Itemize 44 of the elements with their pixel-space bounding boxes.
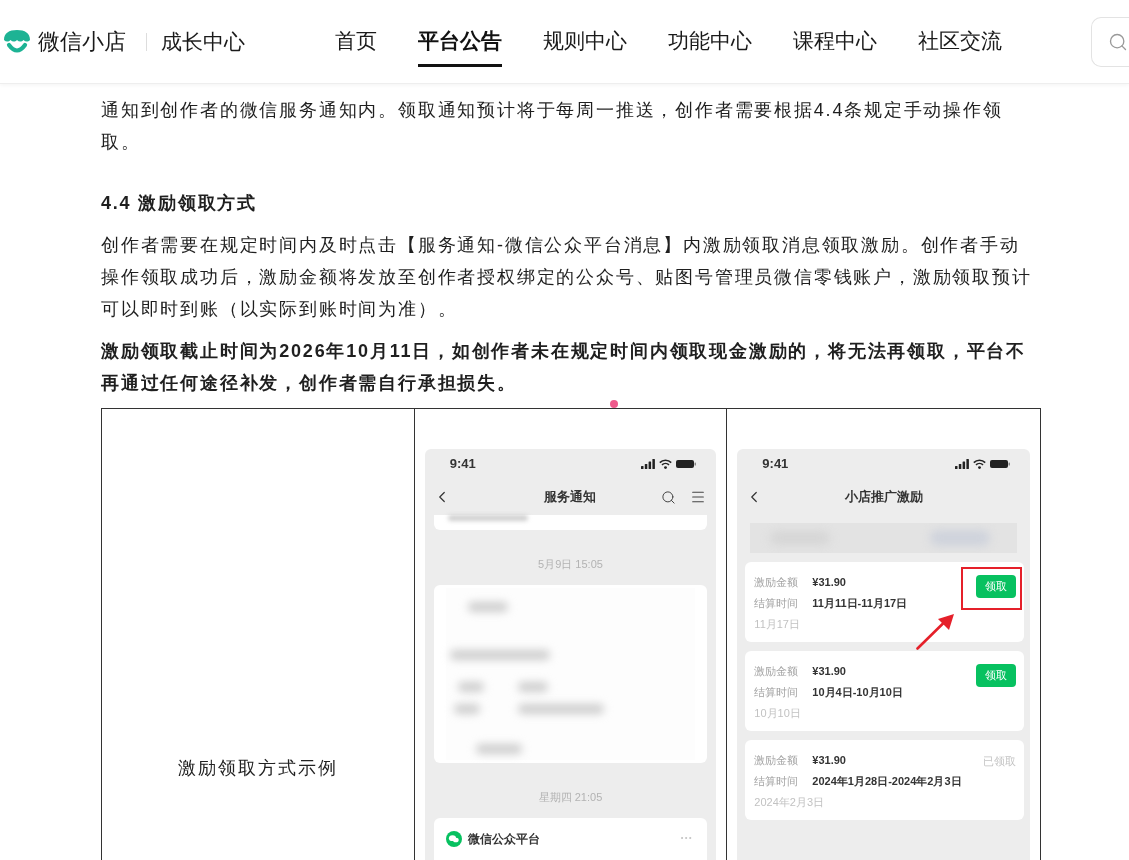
period-label: 结算时间 <box>754 774 800 789</box>
amount-value: ¥31.90 <box>812 753 846 768</box>
message-card[interactable]: 微信公众平台 <box>433 818 708 860</box>
status-time: 9:41 <box>762 455 789 474</box>
cell-label: 激励领取方式示例 <box>177 757 338 780</box>
section-name[interactable]: 成长中心 <box>161 25 245 58</box>
nav-tab[interactable]: 社区交流 <box>918 16 1002 67</box>
period-label: 结算时间 <box>754 596 800 611</box>
nav-tab[interactable]: 首页 <box>335 16 377 67</box>
paragraph-text: 通知到创作者的微信服务通知内。领取通知预计将于每周一推送，创作者需要根据4.4条规定手动操作领 取。 <box>101 99 1003 154</box>
amount-value: ¥31.90 <box>812 664 846 679</box>
period-value: 11月11日-11月17日 <box>812 596 908 611</box>
battery-icon <box>990 460 1010 468</box>
search-icon[interactable] <box>1108 31 1128 52</box>
period-label: 结算时间 <box>754 685 800 700</box>
nav-tab[interactable]: 规则中心 <box>543 16 627 67</box>
amount-label: 激励金额 <box>754 575 800 590</box>
section-heading: 4.4 激励领取方式 <box>101 192 258 215</box>
pointer-arrow <box>916 614 955 650</box>
nav-tab[interactable]: 平台公告 <box>418 16 502 67</box>
search-field[interactable] <box>1091 16 1129 67</box>
screen-title: 小店推广激励 <box>844 488 923 507</box>
signal-icon <box>955 459 969 469</box>
brand-name[interactable]: 微信小店 <box>38 25 126 58</box>
period-value: 10月4日-10月10日 <box>812 685 903 700</box>
wifi-icon <box>659 459 673 469</box>
status-time: 9:41 <box>449 455 476 474</box>
search-icon[interactable] <box>661 489 677 505</box>
wifi-icon <box>973 459 986 469</box>
amount-value: ¥31.90 <box>812 575 846 590</box>
amount-label: 激励金额 <box>754 664 800 679</box>
menu-icon[interactable] <box>690 489 707 505</box>
notice-text: 激励领取截止时间为2026年10月11日，如创作者未在规定时间内领取现金激励的，将无法再领取，平台不 再通过任何途径补发，创作者需自行承担损失。 <box>101 340 1027 395</box>
signal-icon <box>641 459 656 469</box>
amount-label: 激励金额 <box>754 753 800 768</box>
screen-title: 服务通知 <box>544 488 597 507</box>
chat-icon <box>445 831 462 847</box>
period-value: 2024年1月28日-2024年2月3日 <box>812 774 962 789</box>
nav-tab[interactable]: 课程中心 <box>793 16 877 67</box>
sender-name: 微信公众平台 <box>467 831 540 847</box>
shop-logo-icon <box>4 29 30 54</box>
paragraph-text: 创作者需要在规定时间内及时点击【服务通知-微信公众平台消息】内激励领取消息领取激励。创作者手动 操作领取成功后，激励金额将发放至创作者授权绑定的公众号、贴图号管理员微信零钱账户，激励领取预计 可以即时到账（以实际到账时间为准）。 <box>101 234 1032 321</box>
battery-icon <box>676 460 697 468</box>
nav-tab[interactable]: 功能中心 <box>668 16 752 67</box>
